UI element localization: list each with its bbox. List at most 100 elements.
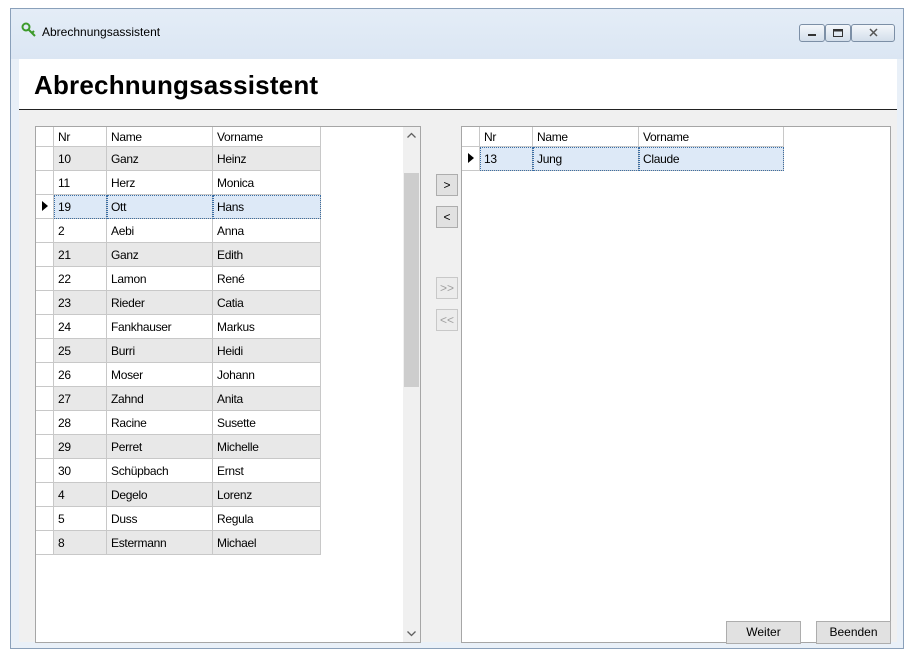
table-row[interactable]: 8 Estermann Michael	[36, 530, 321, 555]
table-row[interactable]: 26 Moser Johann	[36, 362, 321, 387]
close-button[interactable]	[851, 24, 895, 42]
table-row[interactable]: 25 Burri Heidi	[36, 338, 321, 363]
scroll-thumb[interactable]	[404, 173, 419, 387]
cell-name[interactable]: Duss	[106, 506, 213, 531]
table-row[interactable]: 23 Rieder Catia	[36, 290, 321, 315]
cell-name[interactable]: Ganz	[106, 146, 213, 171]
row-selector[interactable]	[36, 242, 54, 267]
table-row[interactable]: 11 Herz Monica	[36, 170, 321, 195]
row-selector[interactable]	[36, 194, 54, 219]
cell-vorname[interactable]: Markus	[212, 314, 321, 339]
row-selector[interactable]	[36, 434, 54, 459]
column-header-vorname[interactable]: Vorname	[638, 127, 784, 147]
column-header-name[interactable]: Name	[106, 127, 213, 147]
scroll-up-button[interactable]	[403, 127, 420, 144]
cell-vorname[interactable]: Claude	[638, 146, 784, 171]
cell-nr[interactable]: 30	[53, 458, 107, 483]
scroll-down-button[interactable]	[403, 625, 420, 642]
cell-name[interactable]: Racine	[106, 410, 213, 435]
cell-nr[interactable]: 13	[479, 146, 533, 171]
table-row[interactable]: 22 Lamon René	[36, 266, 321, 291]
cell-vorname[interactable]: Lorenz	[212, 482, 321, 507]
cell-name[interactable]: Perret	[106, 434, 213, 459]
row-selector[interactable]	[36, 362, 54, 387]
row-selector[interactable]	[36, 314, 54, 339]
cell-vorname[interactable]: Anna	[212, 218, 321, 243]
vertical-scrollbar[interactable]	[403, 127, 420, 642]
cell-nr[interactable]: 10	[53, 146, 107, 171]
cell-name[interactable]: Ganz	[106, 242, 213, 267]
exit-button[interactable]: Beenden	[816, 621, 891, 644]
cell-name[interactable]: Degelo	[106, 482, 213, 507]
cell-nr[interactable]: 19	[53, 194, 107, 219]
cell-vorname[interactable]: Hans	[212, 194, 321, 219]
table-row[interactable]: 27 Zahnd Anita	[36, 386, 321, 411]
maximize-button[interactable]	[825, 24, 851, 42]
cell-name[interactable]: Herz	[106, 170, 213, 195]
selected-employees-grid[interactable]: Nr Name Vorname 13 Jung Claude	[461, 126, 891, 643]
add-all-button[interactable]: >>	[436, 277, 458, 299]
table-row[interactable]: 28 Racine Susette	[36, 410, 321, 435]
cell-nr[interactable]: 22	[53, 266, 107, 291]
row-selector[interactable]	[36, 338, 54, 363]
cell-name[interactable]: Estermann	[106, 530, 213, 555]
column-header-name[interactable]: Name	[532, 127, 639, 147]
cell-vorname[interactable]: Michelle	[212, 434, 321, 459]
row-selector[interactable]	[36, 146, 54, 171]
row-selector[interactable]	[36, 170, 54, 195]
next-button[interactable]: Weiter	[726, 621, 801, 644]
cell-vorname[interactable]: Heinz	[212, 146, 321, 171]
available-employees-grid[interactable]: Nr Name Vorname 10 Ganz Heinz 11 Herz Monica 1…	[35, 126, 421, 643]
column-header-vorname[interactable]: Vorname	[212, 127, 321, 147]
row-selector[interactable]	[36, 266, 54, 291]
cell-nr[interactable]: 29	[53, 434, 107, 459]
title-bar[interactable]: Abrechnungsassistent	[11, 9, 903, 59]
cell-vorname[interactable]: Susette	[212, 410, 321, 435]
minimize-button[interactable]	[799, 24, 825, 42]
cell-name[interactable]: Zahnd	[106, 386, 213, 411]
cell-vorname[interactable]: Anita	[212, 386, 321, 411]
cell-nr[interactable]: 11	[53, 170, 107, 195]
row-selector[interactable]	[36, 218, 54, 243]
cell-name[interactable]: Aebi	[106, 218, 213, 243]
table-row[interactable]: 21 Ganz Edith	[36, 242, 321, 267]
cell-vorname[interactable]: Michael	[212, 530, 321, 555]
column-header-nr[interactable]: Nr	[479, 127, 533, 147]
remove-all-button[interactable]: <<	[436, 309, 458, 331]
cell-nr[interactable]: 4	[53, 482, 107, 507]
cell-name[interactable]: Jung	[532, 146, 639, 171]
cell-vorname[interactable]: Ernst	[212, 458, 321, 483]
remove-selected-button[interactable]: <	[436, 206, 458, 228]
cell-vorname[interactable]: René	[212, 266, 321, 291]
cell-nr[interactable]: 21	[53, 242, 107, 267]
cell-nr[interactable]: 23	[53, 290, 107, 315]
table-row[interactable]: 29 Perret Michelle	[36, 434, 321, 459]
cell-nr[interactable]: 5	[53, 506, 107, 531]
cell-vorname[interactable]: Catia	[212, 290, 321, 315]
cell-name[interactable]: Moser	[106, 362, 213, 387]
table-row[interactable]: 2 Aebi Anna	[36, 218, 321, 243]
table-row[interactable]: 4 Degelo Lorenz	[36, 482, 321, 507]
cell-nr[interactable]: 27	[53, 386, 107, 411]
cell-name[interactable]: Schüpbach	[106, 458, 213, 483]
cell-vorname[interactable]: Regula	[212, 506, 321, 531]
row-selector[interactable]	[36, 482, 54, 507]
cell-vorname[interactable]: Monica	[212, 170, 321, 195]
table-row[interactable]: 5 Duss Regula	[36, 506, 321, 531]
cell-nr[interactable]: 2	[53, 218, 107, 243]
cell-vorname[interactable]: Johann	[212, 362, 321, 387]
row-selector[interactable]	[36, 458, 54, 483]
cell-nr[interactable]: 25	[53, 338, 107, 363]
cell-vorname[interactable]: Heidi	[212, 338, 321, 363]
row-selector[interactable]	[36, 506, 54, 531]
cell-vorname[interactable]: Edith	[212, 242, 321, 267]
cell-name[interactable]: Burri	[106, 338, 213, 363]
column-header-nr[interactable]: Nr	[53, 127, 107, 147]
add-selected-button[interactable]: >	[436, 174, 458, 196]
table-row[interactable]: 24 Fankhauser Markus	[36, 314, 321, 339]
cell-name[interactable]: Ott	[106, 194, 213, 219]
table-row[interactable]: 13 Jung Claude	[462, 146, 784, 171]
cell-nr[interactable]: 24	[53, 314, 107, 339]
cell-name[interactable]: Lamon	[106, 266, 213, 291]
cell-nr[interactable]: 8	[53, 530, 107, 555]
